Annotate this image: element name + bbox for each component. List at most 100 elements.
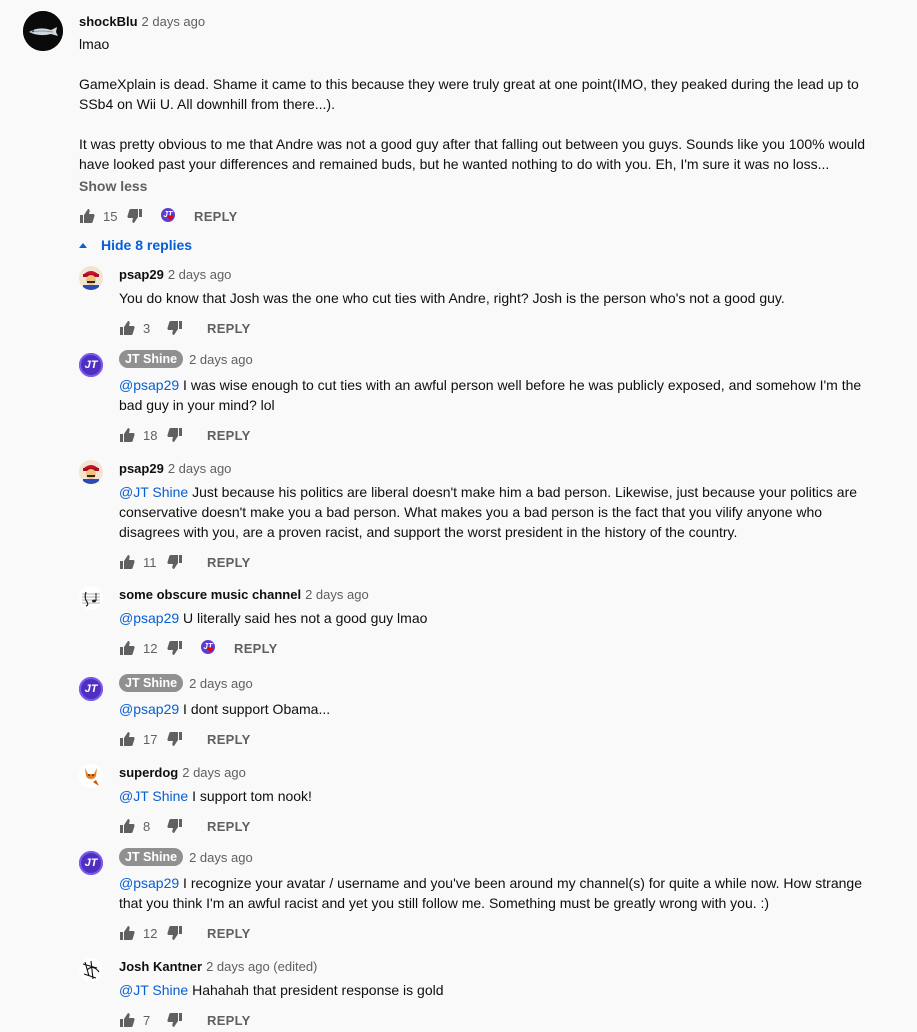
reply-text: @psap29 I recognize your avatar / userna… bbox=[119, 873, 879, 913]
reply-header: some obscure music channel 2 days ago bbox=[119, 587, 369, 602]
sketch-avatar[interactable] bbox=[79, 958, 103, 982]
jt-avatar[interactable]: JT bbox=[79, 851, 103, 875]
comment-actions: 15 JT ♥ REPLY bbox=[79, 204, 238, 228]
thumbs-up-icon[interactable] bbox=[119, 320, 135, 336]
hide-replies-button[interactable]: Hide 8 replies bbox=[79, 237, 192, 253]
reply-author[interactable]: psap29 bbox=[119, 461, 164, 476]
reply-header: psap29 2 days ago bbox=[119, 461, 231, 476]
mention-link[interactable]: @JT Shine bbox=[119, 484, 188, 500]
reply-time[interactable]: 2 days ago bbox=[182, 765, 246, 780]
reply-button[interactable]: REPLY bbox=[207, 428, 251, 443]
reply-time[interactable]: 2 days ago bbox=[168, 267, 232, 282]
reply-header: JT Shine 2 days ago bbox=[119, 848, 253, 866]
reply-button[interactable]: REPLY bbox=[194, 209, 238, 224]
avatar[interactable] bbox=[23, 11, 63, 51]
channel-owner-badge[interactable]: JT Shine bbox=[119, 674, 184, 692]
show-less-button[interactable]: Show less bbox=[79, 178, 147, 194]
thumbs-down-icon[interactable] bbox=[167, 320, 183, 336]
thumbs-up-icon[interactable] bbox=[119, 925, 135, 941]
comment-time[interactable]: 2 days ago bbox=[142, 14, 206, 29]
reply-body: I recognize your avatar / username and y… bbox=[119, 875, 862, 911]
thumbs-up-icon[interactable] bbox=[119, 818, 135, 834]
like-count: 7 bbox=[143, 1012, 151, 1028]
mario-avatar[interactable] bbox=[79, 460, 103, 484]
thumbs-down-icon[interactable] bbox=[167, 925, 183, 941]
comment-paragraph-3: It was pretty obvious to me that Andre w… bbox=[79, 136, 866, 172]
reply-body: U literally said hes not a good guy lmao bbox=[183, 610, 428, 626]
thumbs-up-icon[interactable] bbox=[119, 640, 135, 656]
reply-actions: 7 REPLY bbox=[119, 1008, 251, 1032]
reply-actions: 8 REPLY bbox=[119, 814, 251, 838]
thumbs-down-icon[interactable] bbox=[167, 731, 183, 747]
comment-line-1: lmao bbox=[79, 36, 110, 52]
thumbs-down-icon[interactable] bbox=[167, 640, 183, 656]
reply-author[interactable]: superdog bbox=[119, 765, 178, 780]
mention-link[interactable]: @JT Shine bbox=[119, 788, 188, 804]
reply-actions: 3 REPLY bbox=[119, 316, 251, 340]
thumbs-down-icon[interactable] bbox=[127, 208, 143, 224]
reply-body: I support tom nook! bbox=[192, 788, 312, 804]
mention-link[interactable]: @psap29 bbox=[119, 610, 179, 626]
reply-body: I dont support Obama... bbox=[183, 701, 331, 717]
reply-author[interactable]: some obscure music channel bbox=[119, 587, 301, 602]
mario-avatar[interactable] bbox=[79, 266, 103, 290]
comment-header: shockBlu 2 days ago bbox=[79, 14, 205, 29]
reply-time[interactable]: 2 days ago (edited) bbox=[206, 959, 317, 974]
reply-actions: 12 JT ♥ REPLY bbox=[119, 636, 278, 660]
reply-button[interactable]: REPLY bbox=[234, 641, 278, 656]
reply-time[interactable]: 2 days ago bbox=[305, 587, 369, 602]
reply-text: @JT Shine Just because his politics are … bbox=[119, 482, 879, 542]
fish-avatar-icon bbox=[23, 11, 63, 51]
hide-replies-label: Hide 8 replies bbox=[101, 237, 193, 253]
mention-link[interactable]: @JT Shine bbox=[119, 982, 188, 998]
thumbs-down-icon[interactable] bbox=[167, 1012, 183, 1028]
mention-link[interactable]: @psap29 bbox=[119, 701, 179, 717]
like-count: 12 bbox=[143, 640, 158, 656]
like-count: 11 bbox=[143, 554, 157, 570]
reply-time[interactable]: 2 days ago bbox=[168, 461, 232, 476]
reply-button[interactable]: REPLY bbox=[207, 555, 251, 570]
reply-button[interactable]: REPLY bbox=[207, 321, 251, 336]
thumbs-up-icon[interactable] bbox=[119, 1012, 135, 1028]
reply-author[interactable]: Josh Kantner bbox=[119, 959, 202, 974]
fox-avatar[interactable] bbox=[79, 764, 103, 788]
reply-body: Hahahah that president response is gold bbox=[192, 982, 444, 998]
jt-avatar[interactable]: JT bbox=[79, 353, 103, 377]
reply-text: @psap29 I was wise enough to cut ties wi… bbox=[119, 375, 879, 415]
thumbs-up-icon[interactable] bbox=[119, 554, 135, 570]
like-count: 12 bbox=[143, 925, 158, 941]
reply-text: @JT Shine I support tom nook! bbox=[119, 786, 879, 806]
reply-body: I was wise enough to cut ties with an aw… bbox=[119, 377, 862, 413]
channel-owner-badge[interactable]: JT Shine bbox=[119, 848, 184, 866]
reply-time[interactable]: 2 days ago bbox=[189, 850, 253, 865]
reply-body: You do know that Josh was the one who cu… bbox=[119, 290, 785, 306]
reply-button[interactable]: REPLY bbox=[207, 732, 251, 747]
thumbs-up-icon[interactable] bbox=[79, 208, 95, 224]
reply-header: JT Shine 2 days ago bbox=[119, 350, 253, 368]
thumbs-up-icon[interactable] bbox=[119, 427, 135, 443]
channel-owner-badge[interactable]: JT Shine bbox=[119, 350, 184, 368]
reply-actions: 12 REPLY bbox=[119, 921, 251, 945]
reply-button[interactable]: REPLY bbox=[207, 819, 251, 834]
chevron-up-icon bbox=[79, 242, 87, 248]
comment-author[interactable]: shockBlu bbox=[79, 14, 138, 29]
thumbs-down-icon[interactable] bbox=[167, 818, 183, 834]
mention-link[interactable]: @psap29 bbox=[119, 377, 179, 393]
reply-author[interactable]: psap29 bbox=[119, 267, 164, 282]
thumbs-down-icon[interactable] bbox=[167, 427, 183, 443]
thumbs-down-icon[interactable] bbox=[167, 554, 183, 570]
reply-text: @psap29 U literally said hes not a good … bbox=[119, 608, 879, 628]
reply-actions: 11 REPLY bbox=[119, 550, 251, 574]
jt-avatar[interactable]: JT bbox=[79, 677, 103, 701]
reply-time[interactable]: 2 days ago bbox=[189, 352, 253, 367]
reply-button[interactable]: REPLY bbox=[207, 926, 251, 941]
reply-body: Just because his politics are liberal do… bbox=[119, 484, 858, 540]
thumbs-up-icon[interactable] bbox=[119, 731, 135, 747]
like-count: 8 bbox=[143, 818, 151, 834]
music-avatar[interactable] bbox=[79, 586, 103, 610]
reply-header: psap29 2 days ago bbox=[119, 267, 231, 282]
reply-time[interactable]: 2 days ago bbox=[189, 676, 253, 691]
mention-link[interactable]: @psap29 bbox=[119, 875, 179, 891]
reply-button[interactable]: REPLY bbox=[207, 1013, 251, 1028]
reply-actions: 18 REPLY bbox=[119, 423, 251, 447]
